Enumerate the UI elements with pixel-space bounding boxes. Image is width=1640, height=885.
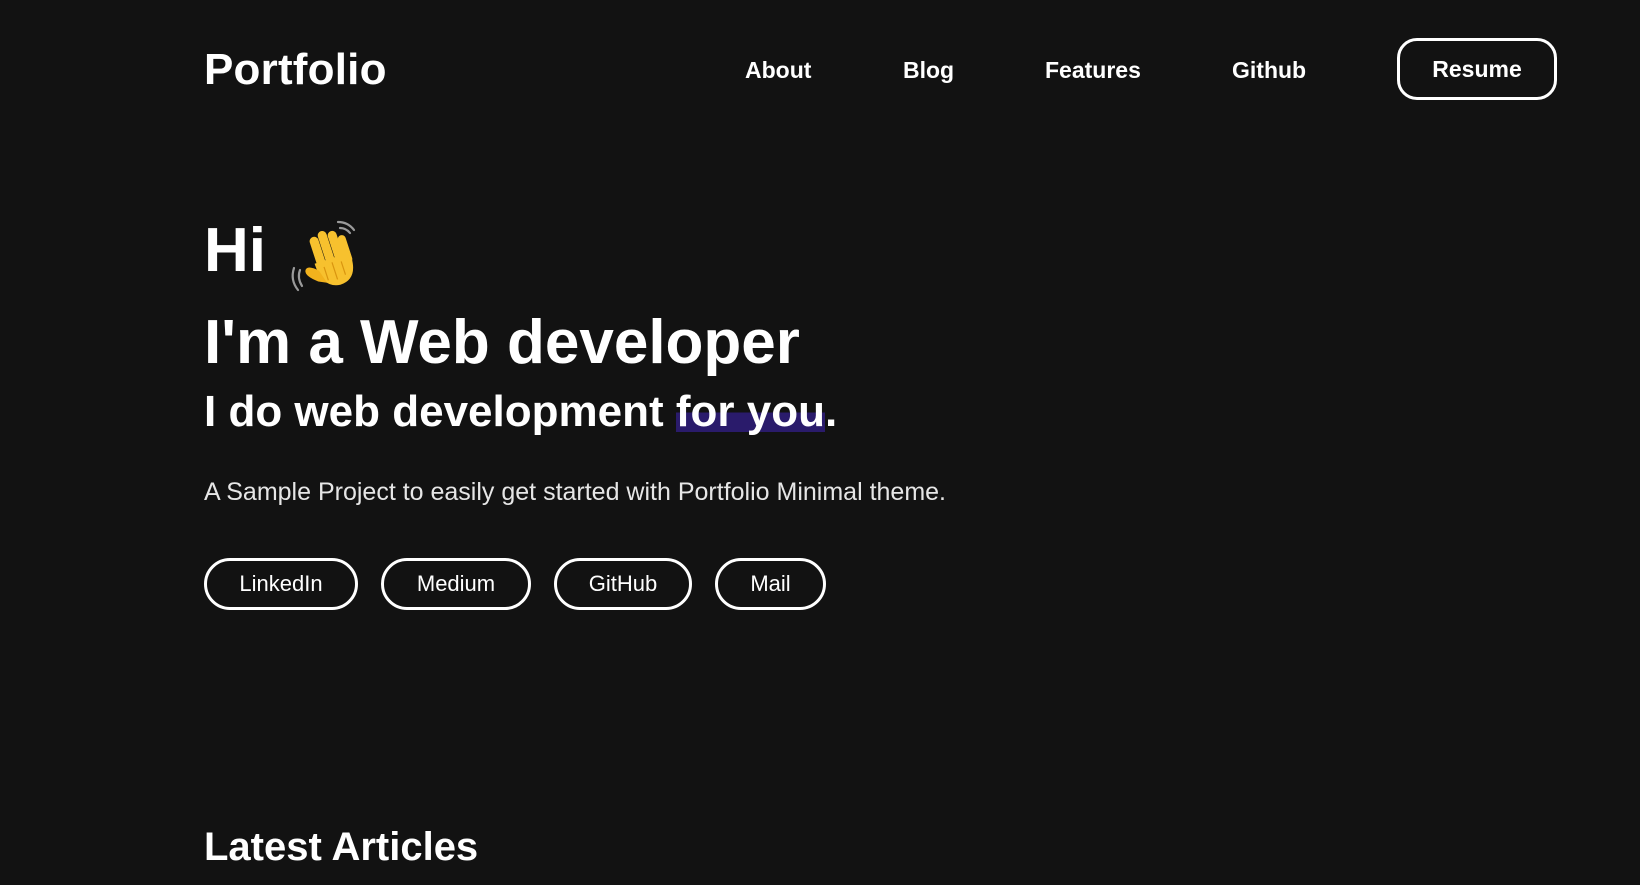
nav-link-github[interactable]: Github	[1232, 56, 1306, 84]
latest-articles-heading: Latest Articles	[204, 825, 479, 869]
subheadline-prefix: I do web development	[204, 387, 676, 436]
subheadline-suffix: .	[824, 387, 838, 436]
site-header: Portfolio About Blog Features Github Res…	[0, 0, 1640, 140]
nav-link-about[interactable]: About	[745, 56, 811, 84]
waving-hand-icon	[291, 220, 356, 292]
linkedin-button[interactable]: LinkedIn	[204, 558, 358, 610]
nav-link-features[interactable]: Features	[1045, 56, 1141, 84]
github-button[interactable]: GitHub	[554, 558, 692, 610]
greeting-text: Hi	[204, 216, 266, 285]
resume-button[interactable]: Resume	[1397, 38, 1557, 100]
hero-description: A Sample Project to easily get started w…	[204, 478, 946, 506]
medium-button[interactable]: Medium	[381, 558, 531, 610]
nav-link-blog[interactable]: Blog	[903, 56, 954, 84]
hero-subheadline: I do web development for you.	[204, 386, 837, 438]
hero-headline: I'm a Web developer	[204, 308, 800, 377]
mail-button[interactable]: Mail	[715, 558, 826, 610]
greeting-heading: Hi	[204, 216, 356, 292]
subheadline-highlight: for you	[675, 387, 825, 436]
site-logo[interactable]: Portfolio	[204, 44, 387, 96]
